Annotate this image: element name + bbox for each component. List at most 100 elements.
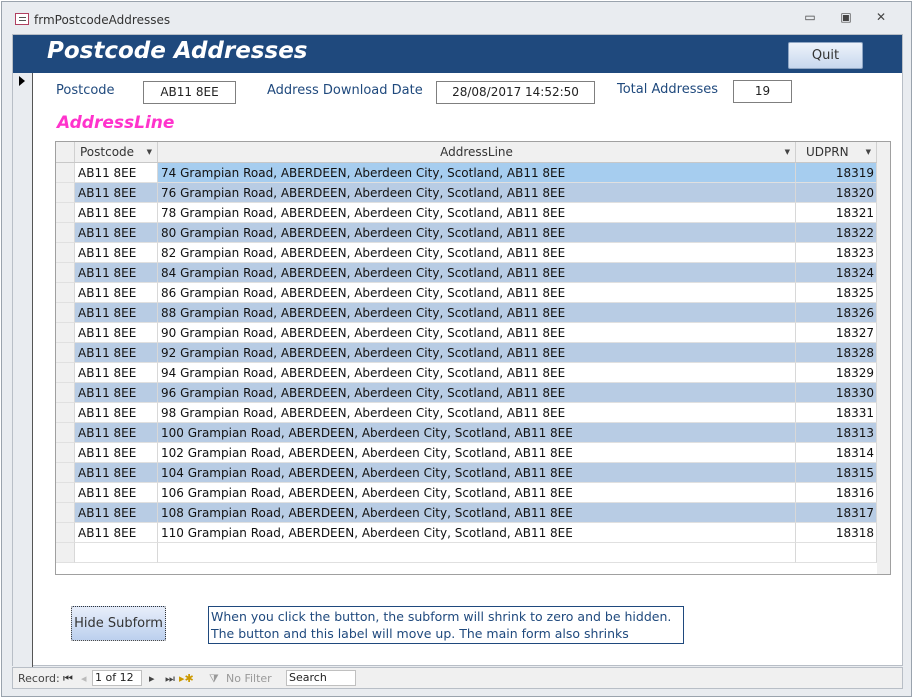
- row-selector[interactable]: [56, 243, 75, 263]
- postcode-cell[interactable]: AB11 8EE: [75, 283, 158, 303]
- minimize-icon[interactable]: ▭: [800, 10, 820, 24]
- table-row[interactable]: AB11 8EE 110 Grampian Road, ABERDEEN, Abe…: [56, 523, 877, 543]
- postcode-cell[interactable]: AB11 8EE: [75, 243, 158, 263]
- table-row[interactable]: AB11 8EE 78 Grampian Road, ABERDEEN, Aber…: [56, 203, 877, 223]
- udprn-cell[interactable]: 18325: [796, 283, 877, 303]
- column-header-addressline[interactable]: AddressLine ▼: [158, 142, 796, 162]
- postcode-cell[interactable]: AB11 8EE: [75, 523, 158, 543]
- postcode-cell[interactable]: AB11 8EE: [75, 403, 158, 423]
- address-cell[interactable]: 94 Grampian Road, ABERDEEN, Aberdeen Cit…: [158, 363, 796, 383]
- postcode-cell[interactable]: AB11 8EE: [75, 423, 158, 443]
- new-record-row[interactable]: [56, 543, 877, 563]
- postcode-cell[interactable]: AB11 8EE: [75, 383, 158, 403]
- row-selector[interactable]: [56, 503, 75, 523]
- udprn-cell[interactable]: 18316: [796, 483, 877, 503]
- row-selector[interactable]: [56, 423, 75, 443]
- row-selector[interactable]: [56, 223, 75, 243]
- address-cell[interactable]: 88 Grampian Road, ABERDEEN, Aberdeen Cit…: [158, 303, 796, 323]
- row-selector[interactable]: [56, 463, 75, 483]
- close-icon[interactable]: ✕: [871, 10, 891, 24]
- address-cell[interactable]: 96 Grampian Road, ABERDEEN, Aberdeen Cit…: [158, 383, 796, 403]
- last-record-icon[interactable]: ⏭: [165, 672, 175, 686]
- postcode-cell[interactable]: AB11 8EE: [75, 163, 158, 183]
- udprn-cell[interactable]: 18313: [796, 423, 877, 443]
- udprn-cell[interactable]: 18330: [796, 383, 877, 403]
- first-record-icon[interactable]: ⏮: [63, 672, 73, 686]
- udprn-cell[interactable]: 18324: [796, 263, 877, 283]
- table-row[interactable]: AB11 8EE 96 Grampian Road, ABERDEEN, Aber…: [56, 383, 877, 403]
- table-row[interactable]: AB11 8EE 86 Grampian Road, ABERDEEN, Aber…: [56, 283, 877, 303]
- row-selector[interactable]: [56, 543, 75, 563]
- table-row[interactable]: AB11 8EE 92 Grampian Road, ABERDEEN, Aber…: [56, 343, 877, 363]
- row-selector[interactable]: [56, 323, 75, 343]
- address-cell[interactable]: 92 Grampian Road, ABERDEEN, Aberdeen Cit…: [158, 343, 796, 363]
- address-cell[interactable]: 100 Grampian Road, ABERDEEN, Aberdeen Ci…: [158, 423, 796, 443]
- table-row[interactable]: AB11 8EE 104 Grampian Road, ABERDEEN, Abe…: [56, 463, 877, 483]
- postcode-cell[interactable]: AB11 8EE: [75, 463, 158, 483]
- udprn-cell[interactable]: 18315: [796, 463, 877, 483]
- new-record-icon[interactable]: ▸✱: [179, 672, 194, 685]
- udprn-cell[interactable]: 18322: [796, 223, 877, 243]
- row-selector[interactable]: [56, 403, 75, 423]
- postcode-cell[interactable]: AB11 8EE: [75, 363, 158, 383]
- table-row[interactable]: AB11 8EE 74 Grampian Road, ABERDEEN, Aber…: [56, 163, 877, 183]
- column-header-postcode[interactable]: Postcode ▼: [75, 142, 158, 162]
- table-row[interactable]: AB11 8EE 100 Grampian Road, ABERDEEN, Abe…: [56, 423, 877, 443]
- vertical-scrollbar[interactable]: [877, 142, 890, 574]
- udprn-cell[interactable]: [796, 543, 877, 563]
- address-cell[interactable]: 78 Grampian Road, ABERDEEN, Aberdeen Cit…: [158, 203, 796, 223]
- address-cell[interactable]: 110 Grampian Road, ABERDEEN, Aberdeen Ci…: [158, 523, 796, 543]
- table-row[interactable]: AB11 8EE 102 Grampian Road, ABERDEEN, Abe…: [56, 443, 877, 463]
- postcode-cell[interactable]: AB11 8EE: [75, 323, 158, 343]
- dropdown-arrow-icon[interactable]: ▼: [866, 142, 871, 162]
- record-position-input[interactable]: 1 of 12: [92, 670, 142, 686]
- table-row[interactable]: AB11 8EE 106 Grampian Road, ABERDEEN, Abe…: [56, 483, 877, 503]
- udprn-cell[interactable]: 18321: [796, 203, 877, 223]
- row-selector[interactable]: [56, 263, 75, 283]
- row-selector[interactable]: [56, 483, 75, 503]
- address-cell[interactable]: 76 Grampian Road, ABERDEEN, Aberdeen Cit…: [158, 183, 796, 203]
- row-selector[interactable]: [56, 363, 75, 383]
- row-selector[interactable]: [56, 283, 75, 303]
- no-filter-button[interactable]: No Filter: [226, 672, 272, 685]
- record-selector[interactable]: [13, 73, 33, 667]
- table-row[interactable]: AB11 8EE 108 Grampian Road, ABERDEEN, Abe…: [56, 503, 877, 523]
- row-selector[interactable]: [56, 523, 75, 543]
- address-cell[interactable]: 74 Grampian Road, ABERDEEN, Aberdeen Cit…: [158, 163, 796, 183]
- udprn-cell[interactable]: 18327: [796, 323, 877, 343]
- table-row[interactable]: AB11 8EE 94 Grampian Road, ABERDEEN, Aber…: [56, 363, 877, 383]
- address-cell[interactable]: 82 Grampian Road, ABERDEEN, Aberdeen Cit…: [158, 243, 796, 263]
- postcode-cell[interactable]: AB11 8EE: [75, 223, 158, 243]
- total-addresses-field[interactable]: 19: [733, 80, 792, 103]
- udprn-cell[interactable]: 18317: [796, 503, 877, 523]
- row-selector[interactable]: [56, 443, 75, 463]
- udprn-cell[interactable]: 18314: [796, 443, 877, 463]
- address-cell[interactable]: 106 Grampian Road, ABERDEEN, Aberdeen Ci…: [158, 483, 796, 503]
- address-cell[interactable]: 108 Grampian Road, ABERDEEN, Aberdeen Ci…: [158, 503, 796, 523]
- address-cell[interactable]: 90 Grampian Road, ABERDEEN, Aberdeen Cit…: [158, 323, 796, 343]
- udprn-cell[interactable]: 18319: [796, 163, 877, 183]
- dropdown-arrow-icon[interactable]: ▼: [147, 142, 152, 162]
- postcode-cell[interactable]: [75, 543, 158, 563]
- dropdown-arrow-icon[interactable]: ▼: [785, 142, 790, 162]
- address-cell[interactable]: 86 Grampian Road, ABERDEEN, Aberdeen Cit…: [158, 283, 796, 303]
- table-row[interactable]: AB11 8EE 82 Grampian Road, ABERDEEN, Aber…: [56, 243, 877, 263]
- udprn-cell[interactable]: 18323: [796, 243, 877, 263]
- next-record-icon[interactable]: ▸: [149, 672, 155, 685]
- column-header-udprn[interactable]: UDPRN ▼: [796, 142, 877, 162]
- udprn-cell[interactable]: 18326: [796, 303, 877, 323]
- previous-record-icon[interactable]: ◂: [81, 672, 87, 685]
- postcode-field[interactable]: AB11 8EE: [143, 81, 236, 104]
- address-cell[interactable]: 84 Grampian Road, ABERDEEN, Aberdeen Cit…: [158, 263, 796, 283]
- udprn-cell[interactable]: 18331: [796, 403, 877, 423]
- table-row[interactable]: AB11 8EE 90 Grampian Road, ABERDEEN, Aber…: [56, 323, 877, 343]
- postcode-cell[interactable]: AB11 8EE: [75, 443, 158, 463]
- quit-button[interactable]: Quit: [788, 42, 863, 69]
- row-selector[interactable]: [56, 303, 75, 323]
- address-cell[interactable]: [158, 543, 796, 563]
- row-selector[interactable]: [56, 163, 75, 183]
- postcode-cell[interactable]: AB11 8EE: [75, 503, 158, 523]
- postcode-cell[interactable]: AB11 8EE: [75, 303, 158, 323]
- row-selector[interactable]: [56, 203, 75, 223]
- address-cell[interactable]: 80 Grampian Road, ABERDEEN, Aberdeen Cit…: [158, 223, 796, 243]
